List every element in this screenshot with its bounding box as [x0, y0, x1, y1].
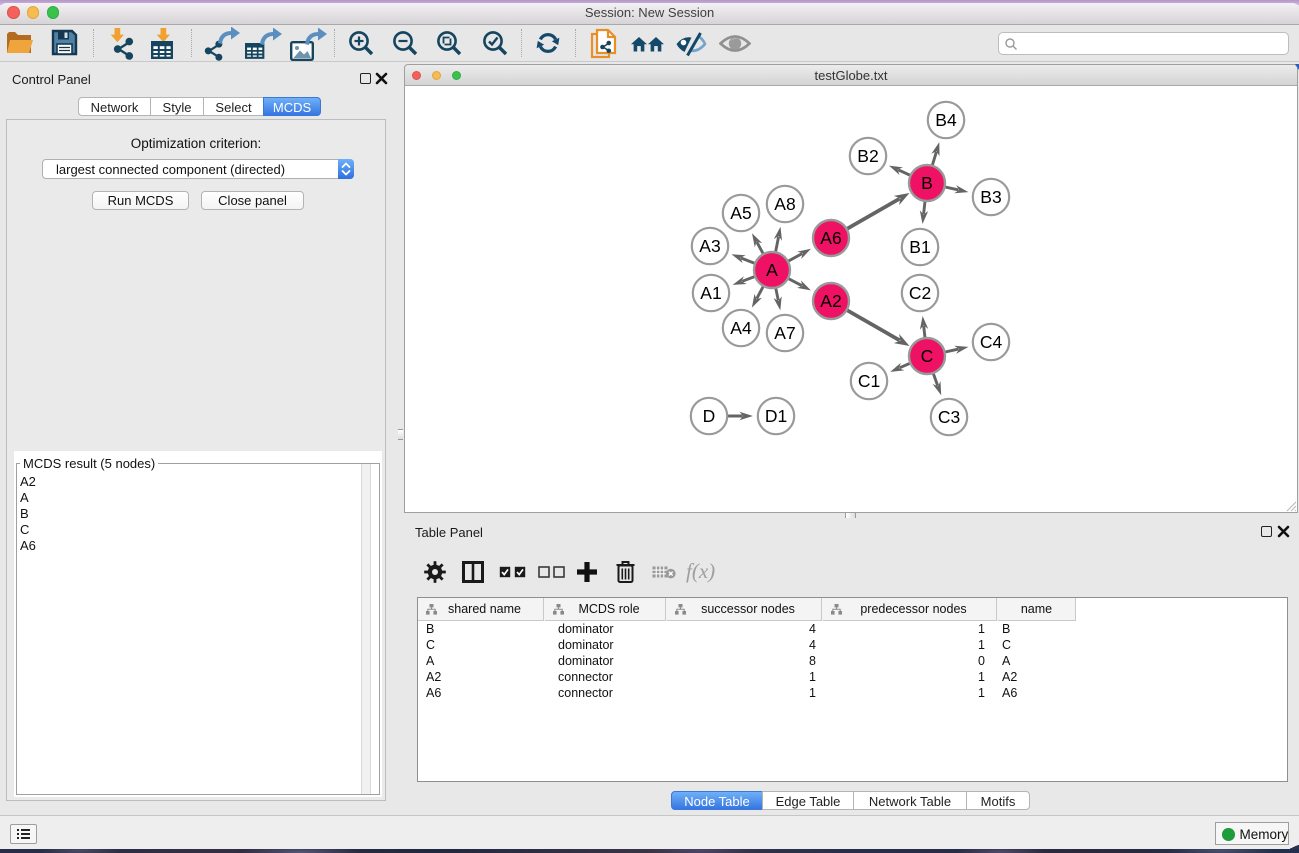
svg-text:B3: B3 [980, 187, 1001, 207]
svg-text:D1: D1 [765, 406, 787, 426]
svg-text:C: C [921, 346, 934, 366]
svg-text:A6: A6 [820, 228, 841, 248]
svg-text:A3: A3 [699, 236, 720, 256]
svg-text:A5: A5 [730, 203, 751, 223]
svg-text:A7: A7 [774, 323, 795, 343]
svg-text:B2: B2 [857, 146, 878, 166]
svg-text:D: D [703, 406, 716, 426]
svg-text:B1: B1 [909, 237, 930, 257]
svg-text:C3: C3 [938, 407, 960, 427]
svg-text:A: A [766, 260, 778, 280]
svg-text:A1: A1 [700, 283, 721, 303]
svg-text:A2: A2 [820, 291, 841, 311]
svg-text:C2: C2 [909, 283, 931, 303]
svg-text:C4: C4 [980, 332, 1003, 352]
svg-text:B: B [921, 173, 933, 193]
svg-text:A4: A4 [730, 318, 752, 338]
svg-text:C1: C1 [858, 371, 880, 391]
svg-text:A8: A8 [774, 194, 795, 214]
svg-text:B4: B4 [935, 110, 957, 130]
